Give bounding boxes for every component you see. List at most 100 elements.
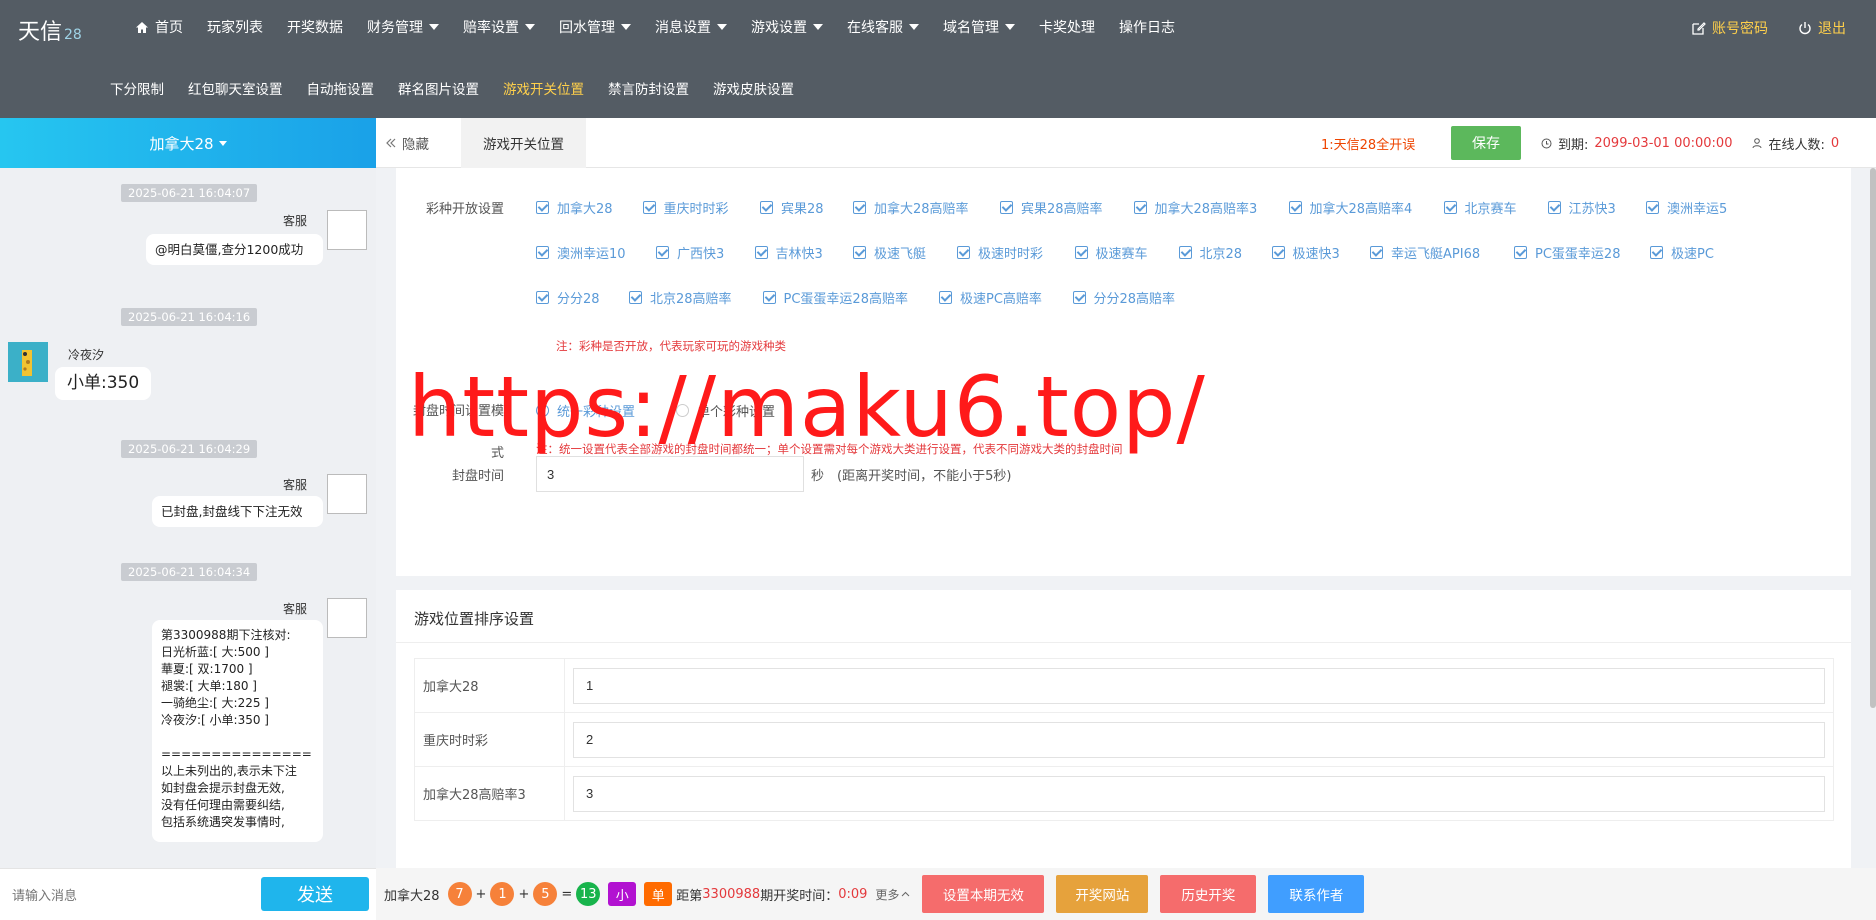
chat-message-input[interactable] [12,883,242,907]
lottery-checkbox[interactable]: 北京28 [1178,243,1242,262]
caret-down-icon [218,140,227,146]
online-count-value: 0 [1830,136,1840,151]
tab-game-switch-position[interactable]: 游戏开关位置 [461,118,586,168]
power-icon [1798,21,1812,35]
history-draw-button[interactable]: 历史开奖 [1160,875,1257,913]
lottery-checkbox[interactable]: 宾果28高赔率 [1000,198,1103,217]
game-selector[interactable]: 加拿大28 [0,118,376,168]
nav-item-5[interactable]: 回水管理 [559,17,631,37]
logo-suffix: 28 [64,27,82,43]
sort-row-label: 重庆时时彩 [414,712,565,767]
subnav-item-1[interactable]: 红包聊天室设置 [188,78,283,98]
hide-sidebar-button[interactable]: 隐藏 [386,118,429,168]
lottery-checkbox[interactable]: 加拿大28高赔率3 [1133,198,1257,217]
nav-item-11[interactable]: 操作日志 [1119,17,1175,37]
subnav-item-5[interactable]: 禁言防封设置 [608,78,689,98]
lottery-checkbox[interactable]: 极速PC高赔率 [939,288,1042,307]
chat-timestamp: 2025-06-21 16:04:34 [121,563,258,581]
chat-sender-name: 客服 [283,214,308,228]
lottery-checkbox[interactable]: 极速快3 [1271,243,1340,262]
logout-link[interactable]: 退出 [1798,18,1846,38]
lottery-checkbox[interactable]: 分分28 [536,288,600,307]
lottery-checkbox[interactable]: 广西快3 [656,243,724,262]
lottery-checkbox-label: 极速飞艇 [874,247,927,262]
invalidate-period-button[interactable]: 设置本期无效 [922,875,1045,913]
subnav-item-3[interactable]: 群名图片设置 [398,78,479,98]
lottery-checkbox[interactable]: 重庆时时彩 [642,198,729,217]
lottery-checkbox[interactable]: 北京赛车 [1443,198,1517,217]
avatar [327,210,367,250]
sort-order-input[interactable] [573,775,1825,812]
lottery-checkbox[interactable]: 吉林快3 [754,243,823,262]
nav-item-6[interactable]: 消息设置 [655,17,727,37]
subnav-item-2[interactable]: 自动拖设置 [307,78,375,98]
scrollbar[interactable] [1870,168,1876,708]
nav-item-1[interactable]: 玩家列表 [207,17,263,37]
lottery-checkbox[interactable]: 分分28高赔率 [1072,288,1175,307]
nav-item-10[interactable]: 卡奖处理 [1039,17,1095,37]
tab-bar: 隐藏 游戏开关位置 1:天信28全开误 保存 到期: 2099-03-01 00… [376,118,1876,168]
closing-time-input[interactable] [536,456,804,492]
main-content: 隐藏 游戏开关位置 1:天信28全开误 保存 到期: 2099-03-01 00… [376,118,1876,920]
checkbox-checked-icon [853,201,866,214]
secondary-nav: 下分限制 红包聊天室设置 自动拖设置 群名图片设置 游戏开关位置 禁言防封设置 游戏皮肤设置 [110,78,818,98]
nav-item-label: 消息设置 [655,20,711,36]
lottery-checkbox[interactable]: 幸运飞艇API68 [1370,243,1480,262]
lottery-checkbox-label: 江苏快3 [1568,202,1616,217]
draw-website-button[interactable]: 开奖网站 [1056,875,1149,913]
account-password-link[interactable]: 账号密码 [1692,18,1768,38]
app-logo[interactable]: 天信 28 [18,14,82,46]
sort-row-cell [564,658,1834,713]
send-button[interactable]: 发送 [261,877,369,911]
more-link[interactable]: 更多 [875,886,910,903]
equals-sign: = [561,886,573,902]
lottery-checkbox[interactable]: 加拿大28高赔率 [853,198,969,217]
nav-item-8[interactable]: 在线客服 [847,17,919,37]
lottery-checkbox[interactable]: 江苏快3 [1547,198,1616,217]
checkbox-checked-icon [957,246,970,259]
sort-order-input[interactable] [573,721,1825,758]
save-button[interactable]: 保存 [1451,126,1521,160]
subnav-item-6[interactable]: 游戏皮肤设置 [713,78,794,98]
nav-item-7[interactable]: 游戏设置 [751,17,823,37]
chat-messages[interactable]: 2025-06-21 16:04:07 客服 @明白莫僵,查分1200成功 20… [0,168,376,868]
countdown: 0:09 [838,886,868,902]
lottery-checkbox[interactable]: 极速时时彩 [957,243,1043,262]
draw-sum: 13 [576,882,601,906]
checkbox-checked-icon [1646,201,1659,214]
double-chevron-left-icon [386,138,396,148]
lottery-checkbox-label: 宾果28 [781,202,824,217]
sort-order-input[interactable] [573,667,1825,704]
nav-item-3[interactable]: 财务管理 [367,17,439,37]
nav-item-9[interactable]: 域名管理 [943,17,1015,37]
lottery-checkbox[interactable]: 加拿大28 [536,198,613,217]
subnav-item-0[interactable]: 下分限制 [110,78,164,98]
contact-author-button[interactable]: 联系作者 [1268,875,1365,913]
checkbox-checked-icon [1000,201,1013,214]
caret-down-icon [525,24,535,30]
account-password-label: 账号密码 [1712,21,1768,37]
nav-item-4[interactable]: 赔率设置 [463,17,535,37]
lottery-checkbox[interactable]: PC蛋蛋幸运28高赔率 [762,288,908,307]
nav-item-0[interactable]: 首页 [135,17,183,37]
lottery-checkbox[interactable]: 极速赛车 [1074,243,1148,262]
sort-row-label: 加拿大28 [414,658,565,713]
checkbox-checked-icon [760,201,773,214]
lottery-checkbox[interactable]: 加拿大28高赔率4 [1288,198,1413,217]
lottery-checkbox[interactable]: 澳洲幸运10 [536,243,626,262]
checkbox-checked-icon [853,246,866,259]
lottery-checkbox[interactable]: 北京28高赔率 [629,288,732,307]
lottery-checkbox-label: 加拿大28高赔率4 [1309,202,1413,217]
checkbox-checked-icon [536,246,549,259]
lottery-checkbox[interactable]: 极速PC [1650,243,1714,262]
nav-item-2[interactable]: 开奖数据 [287,17,343,37]
lottery-checkbox[interactable]: 澳洲幸运5 [1646,198,1727,217]
subnav-item-4[interactable]: 游戏开关位置 [503,78,584,98]
game-sort-title: 游戏位置排序设置 [414,610,535,628]
lottery-checkbox[interactable]: PC蛋蛋幸运28 [1514,243,1620,262]
logout-label: 退出 [1818,21,1846,37]
lottery-checkbox[interactable]: 宾果28 [760,198,824,217]
lottery-note: 注：彩种是否开放，代表玩家可玩的游戏种类 [556,339,786,353]
checkbox-checked-icon [536,291,549,304]
lottery-checkbox[interactable]: 极速飞艇 [853,243,926,262]
